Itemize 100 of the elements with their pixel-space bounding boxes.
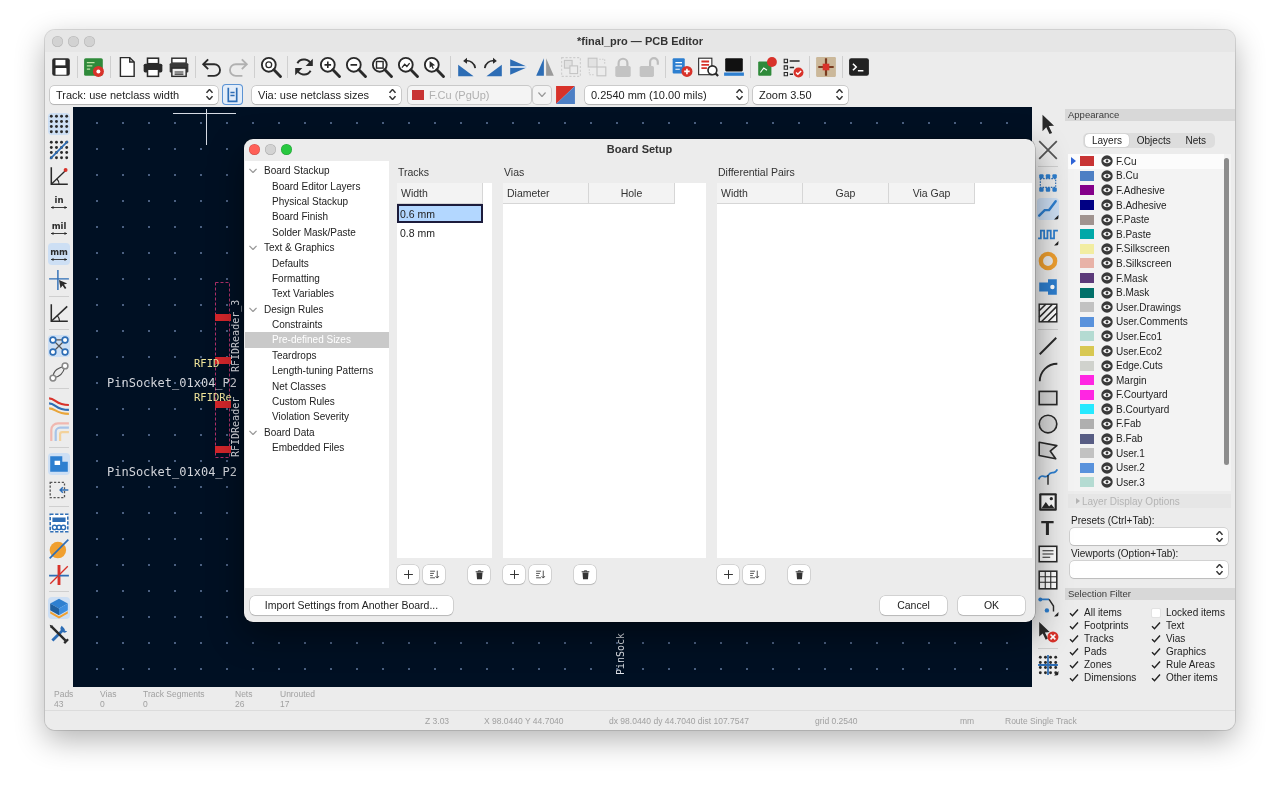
layer-row[interactable]: User.3	[1068, 475, 1224, 490]
layer-row[interactable]: Margin	[1068, 372, 1224, 388]
wrench-screwdriver-icon[interactable]	[48, 623, 70, 645]
layer-row[interactable]: B.Silkscreen	[1068, 256, 1224, 271]
layer-row[interactable]: F.Adhesive	[1068, 183, 1224, 198]
curved-network-icon[interactable]	[48, 361, 70, 383]
terminal-icon[interactable]	[848, 56, 870, 78]
eye-icon[interactable]	[1101, 388, 1113, 401]
zoom-selection-icon[interactable]	[423, 56, 445, 78]
grid-size-dropdown[interactable]: 0.2540 mm (10.00 mils)	[585, 85, 748, 104]
layer-row[interactable]: B.Cu	[1068, 168, 1224, 184]
rotate-right-icon[interactable]	[482, 56, 504, 78]
layer-row[interactable]: User.Comments	[1068, 314, 1224, 330]
checklist-icon[interactable]	[782, 56, 804, 78]
eye-icon[interactable]	[1101, 432, 1113, 445]
eye-icon[interactable]	[1101, 213, 1113, 226]
layer-row[interactable]: F.Fab	[1068, 416, 1224, 432]
polar-axes-icon[interactable]	[48, 165, 70, 187]
layer-pair-icon[interactable]	[555, 84, 576, 105]
layer-row[interactable]: B.Fab	[1068, 431, 1224, 446]
list-search-icon[interactable]	[697, 56, 719, 78]
checkbox[interactable]	[1069, 672, 1079, 683]
zoom-in-icon[interactable]	[319, 56, 341, 78]
eye-icon[interactable]	[1101, 359, 1113, 372]
checkbox[interactable]	[1151, 633, 1161, 644]
document-plus-icon[interactable]	[671, 56, 693, 78]
unit-button[interactable]: mil	[48, 217, 70, 239]
circle-slash-icon[interactable]	[48, 538, 70, 560]
table-icon[interactable]	[1036, 569, 1059, 591]
pad-icon[interactable]	[1036, 276, 1059, 298]
eye-icon[interactable]	[1101, 169, 1113, 182]
track-width-icon[interactable]	[222, 84, 243, 105]
tab[interactable]: Layers	[1085, 134, 1129, 147]
board-outline-icon[interactable]	[48, 512, 70, 534]
zone-icon[interactable]	[48, 453, 70, 475]
line-icon[interactable]	[1036, 335, 1059, 357]
layer-row[interactable]: B.Courtyard	[1068, 402, 1224, 417]
eye-icon[interactable]	[1101, 228, 1113, 241]
eye-icon[interactable]	[1101, 418, 1113, 430]
network-icon[interactable]	[48, 335, 70, 357]
layer-row[interactable]: User.2	[1068, 460, 1224, 476]
footprint-icon[interactable]	[1036, 172, 1059, 194]
layer-row[interactable]: F.Silkscreen	[1068, 241, 1224, 257]
unit-button[interactable]: in	[48, 191, 70, 213]
zoom-fit-icon[interactable]	[371, 56, 393, 78]
polygon-icon[interactable]	[1036, 439, 1059, 461]
eye-icon[interactable]	[1101, 476, 1113, 489]
wavy-lines-icon[interactable]	[48, 394, 70, 416]
checkbox[interactable]	[1069, 633, 1079, 644]
eye-icon[interactable]	[1101, 301, 1113, 314]
board-gear-icon[interactable]	[83, 56, 105, 78]
eye-icon[interactable]	[1101, 461, 1113, 474]
layer-row[interactable]: F.Paste	[1068, 212, 1224, 227]
zoom-out-icon[interactable]	[345, 56, 367, 78]
layer-row[interactable]: Edge.Cuts	[1068, 358, 1224, 373]
search-icon[interactable]	[260, 56, 282, 78]
scrollbar[interactable]	[1224, 158, 1229, 465]
eye-icon[interactable]	[1101, 315, 1113, 328]
eye-icon[interactable]	[1101, 374, 1113, 387]
eye-icon[interactable]	[1101, 257, 1113, 270]
tab[interactable]: Nets	[1178, 134, 1213, 147]
layer-row[interactable]: F.Mask	[1068, 270, 1224, 286]
image-icon[interactable]	[1036, 491, 1059, 513]
refresh-icon[interactable]	[293, 56, 315, 78]
angle-icon[interactable]	[48, 302, 70, 324]
hatched-square-icon[interactable]	[1036, 302, 1059, 324]
footprint-edit-icon[interactable]	[815, 56, 837, 78]
checkbox[interactable]	[1151, 672, 1161, 683]
tab[interactable]: Objects	[1129, 134, 1178, 147]
leader-line-icon[interactable]	[1036, 595, 1059, 617]
layer-row[interactable]: B.Mask	[1068, 285, 1224, 300]
eye-icon[interactable]	[1101, 330, 1113, 343]
eye-icon[interactable]	[1101, 403, 1113, 416]
zoom-dropdown[interactable]: Zoom 3.50	[753, 85, 848, 104]
track-icon[interactable]	[1036, 198, 1059, 220]
layer-row[interactable]: User.Drawings	[1068, 299, 1224, 315]
checkbox[interactable]	[1069, 620, 1079, 631]
checkbox[interactable]	[1069, 607, 1079, 618]
flip-icon[interactable]	[508, 56, 530, 78]
checkbox[interactable]	[1151, 646, 1161, 657]
printer-icon[interactable]	[142, 56, 164, 78]
crosshair-icon[interactable]	[48, 269, 70, 291]
layer-row[interactable]: User.1	[1068, 445, 1224, 461]
text-tool-button[interactable]: T	[1036, 517, 1059, 539]
eye-icon[interactable]	[1101, 199, 1113, 212]
circle-icon[interactable]	[1036, 413, 1059, 435]
eye-icon[interactable]	[1101, 242, 1113, 255]
layer-row[interactable]: F.Cu	[1068, 154, 1224, 169]
rotate-left-icon[interactable]	[456, 56, 478, 78]
eye-icon[interactable]	[1101, 286, 1113, 299]
eye-icon[interactable]	[1101, 447, 1113, 460]
eye-icon[interactable]	[1101, 345, 1113, 357]
layer-row[interactable]: B.Adhesive	[1068, 197, 1224, 213]
dashed-box-icon[interactable]	[48, 479, 70, 501]
printer-icon[interactable]	[168, 56, 190, 78]
layer-row[interactable]: F.Courtyard	[1068, 387, 1224, 403]
checkbox[interactable]	[1151, 659, 1161, 670]
zoom-objects-icon[interactable]	[397, 56, 419, 78]
save-icon[interactable]	[50, 56, 72, 78]
eye-icon[interactable]	[1101, 184, 1113, 197]
